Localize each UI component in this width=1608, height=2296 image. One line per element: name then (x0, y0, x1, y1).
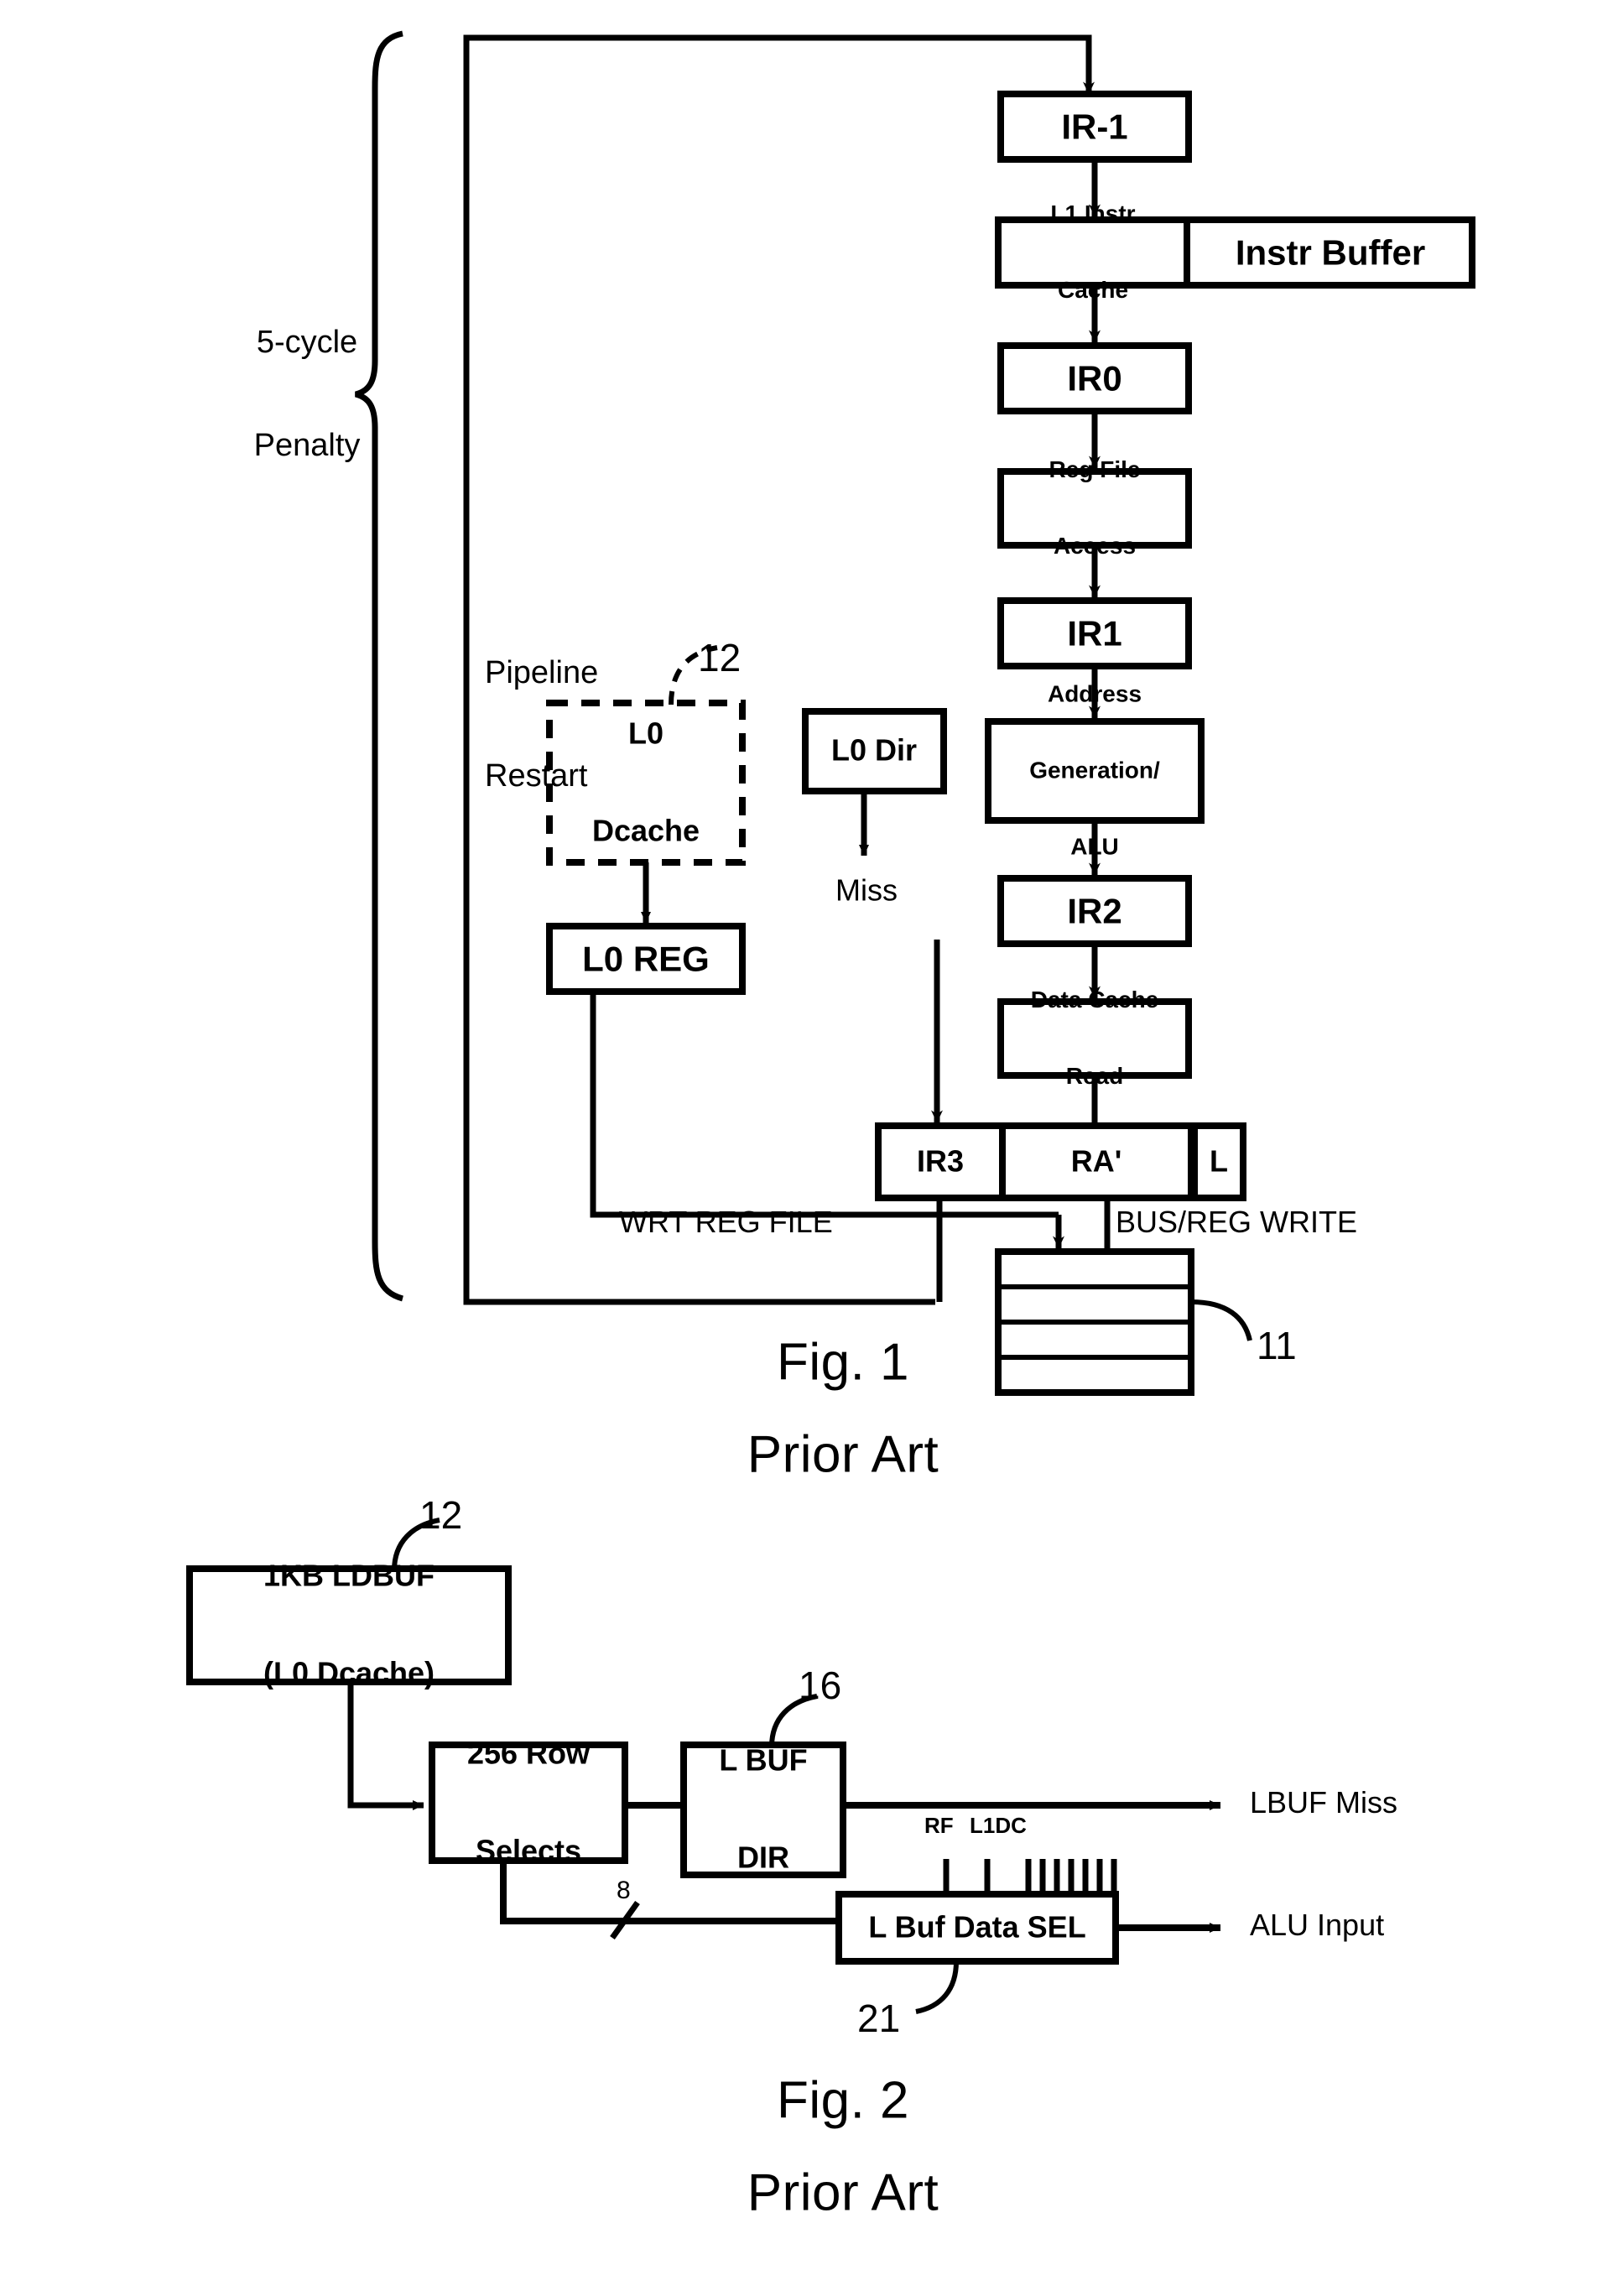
label-l-field: L (1210, 1143, 1228, 1179)
leader-ref-21 (915, 1960, 959, 2014)
register-stack (995, 1248, 1194, 1396)
label-ldbuf: 1KB LDBUF (L0 Dcache) (263, 1558, 435, 1690)
label-wrt-reg-file: WRT REG FILE (619, 1205, 833, 1239)
drawing-geometry (186, 30, 1475, 2014)
patent-drawing-sheet: 5-cycle Penalty Pipeline Restart 12 IR-1… (0, 0, 1608, 2296)
five-cycle-penalty-brace (354, 30, 404, 1302)
label-ra-prime: RA' (1070, 1143, 1122, 1179)
label-ir-1: IR-1 (1061, 107, 1128, 147)
label-miss: Miss (835, 872, 898, 908)
data-sel-input-lines (943, 1859, 1117, 1894)
fig2-caption-line1: Fig. 2 (776, 2071, 910, 2130)
label-lbuf-data-sel: L Buf Data SEL (868, 1909, 1086, 1945)
label-sel-input-l1dc: L1DC (970, 1813, 1027, 1838)
label-instr-buffer: Instr Buffer (1235, 232, 1426, 273)
label-bus-reg-write: BUS/REG WRITE (1116, 1205, 1358, 1239)
label-l1-instr-cache: L1 Instr Cache (1050, 200, 1136, 304)
label-lbuf-miss: LBUF Miss (1250, 1785, 1398, 1820)
ref-number-21: 21 (857, 1997, 901, 2040)
label-row-selects: 256 Row Selects (466, 1736, 591, 1868)
leader-ref-11 (1190, 1299, 1252, 1341)
label-bus-width-8: 8 (617, 1877, 631, 1904)
fig1-caption-line2: Prior Art (747, 1425, 939, 1484)
label-ir3: IR3 (916, 1143, 965, 1179)
fig1-caption-line1: Fig. 1 (776, 1333, 910, 1392)
label-data-cache-read: Data Cache Read (1030, 987, 1159, 1090)
pipeline-restart-label: Pipeline Restart (485, 655, 599, 794)
label-ir0: IR0 (1067, 358, 1122, 398)
fig2-caption-line2: Prior Art (747, 2163, 939, 2222)
label-l0-dcache: L0 Dcache (591, 716, 700, 848)
path-wrt-reg-file (590, 992, 1059, 1218)
label-lbuf-dir: L BUF DIR (719, 1742, 808, 1875)
ref-number-12-fig1: 12 (698, 636, 742, 679)
label-l0-reg: L0 REG (582, 939, 710, 979)
label-sel-input-rf: RF (924, 1813, 954, 1838)
label-ir2: IR2 (1067, 891, 1122, 931)
label-address-generation-alu: Address Generation/ ALU (1029, 681, 1160, 860)
label-reg-file-access: Reg File Access (1049, 456, 1141, 560)
label-alu-input: ALU Input (1250, 1908, 1385, 1942)
label-l0-dir: L0 Dir (830, 732, 918, 768)
five-cycle-penalty-label: 5-cycle Penalty (253, 324, 361, 464)
ref-number-11: 11 (1257, 1324, 1297, 1367)
